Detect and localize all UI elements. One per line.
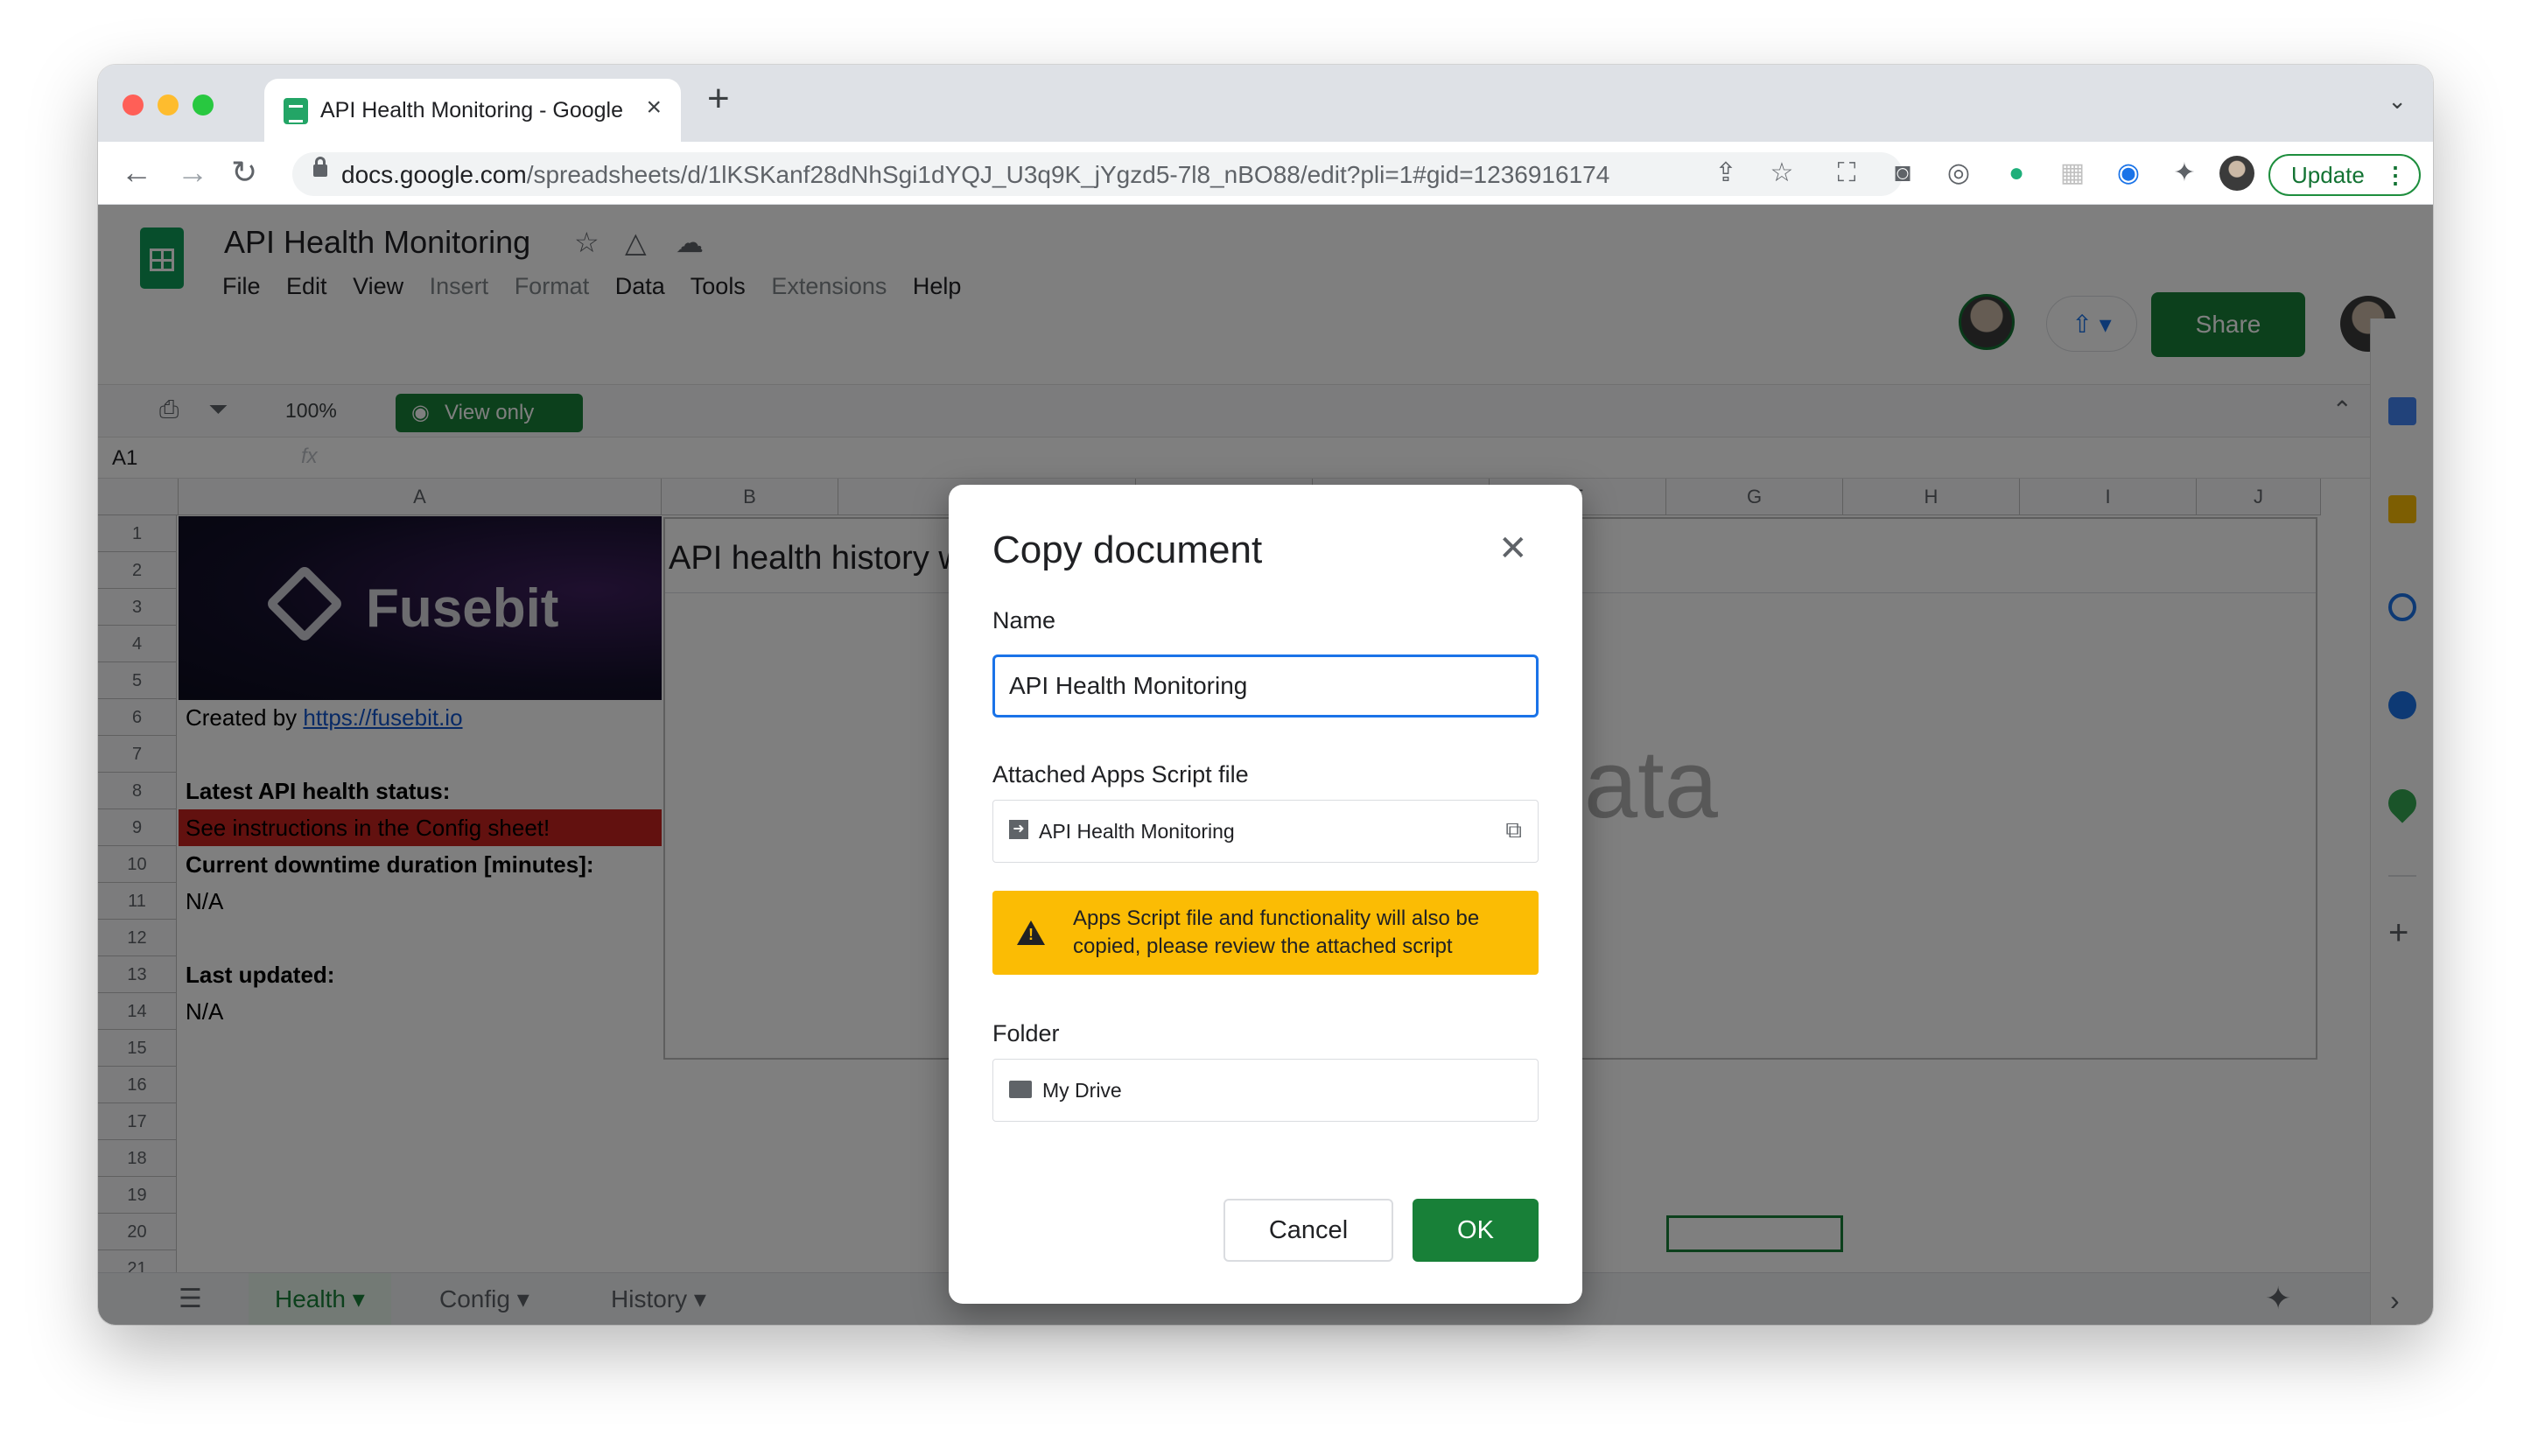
more-vert-icon: ⋮ <box>2384 162 2407 188</box>
warning-text: Apps Script file and functionality will … <box>1073 906 1480 958</box>
extension-circle-icon[interactable]: ◎ <box>1941 156 1976 191</box>
tab-search-chevron-icon[interactable]: ⌄ <box>2387 88 2407 115</box>
folder-name: My Drive <box>1042 1079 1122 1102</box>
update-button[interactable]: Update ⋮ <box>2268 154 2421 196</box>
back-arrow-icon[interactable]: ← <box>121 154 152 191</box>
cancel-button[interactable]: Cancel <box>1223 1199 1393 1262</box>
sheets-favicon-icon <box>284 98 308 124</box>
ok-button[interactable]: OK <box>1413 1199 1539 1262</box>
minimize-window-button[interactable] <box>158 94 179 116</box>
maximize-window-button[interactable] <box>193 94 214 116</box>
forward-arrow-icon[interactable]: → <box>177 154 208 191</box>
url-path: /spreadsheets/d/1lKSKanf28dNhSgi1dYQJ_U3… <box>526 161 1610 188</box>
screenshot-icon[interactable]: ⛶ <box>1829 156 1864 191</box>
script-file-field[interactable]: ➜ API Health Monitoring ⧉ <box>992 800 1539 863</box>
extension-grid-icon[interactable]: ▦ <box>2055 156 2090 191</box>
close-icon[interactable]: ✕ <box>1498 528 1528 569</box>
close-tab-icon[interactable]: × <box>646 93 662 122</box>
warning-banner: Apps Script file and functionality will … <box>992 891 1539 975</box>
lock-icon <box>313 157 327 177</box>
new-tab-button[interactable]: + <box>707 77 730 121</box>
grammarly-icon[interactable]: ● <box>1999 156 2034 191</box>
tab-title: API Health Monitoring - Google <box>320 98 624 122</box>
password-manager-icon[interactable]: ◉ <box>2111 156 2146 191</box>
share-page-icon[interactable]: ⇪ <box>1708 156 1743 191</box>
warning-icon <box>1017 920 1045 945</box>
folder-icon <box>1009 1081 1032 1098</box>
copy-document-dialog: Copy document ✕ Name Attached Apps Scrip… <box>949 485 1582 1304</box>
close-window-button[interactable] <box>123 94 144 116</box>
extensions-puzzle-icon[interactable]: ✦ <box>2167 156 2202 191</box>
url-text: docs.google.com/spreadsheets/d/1lKSKanf2… <box>341 161 1609 189</box>
reload-icon[interactable]: ↻ <box>231 154 257 191</box>
folder-label: Folder <box>992 1020 1060 1046</box>
profile-avatar[interactable] <box>2219 156 2254 191</box>
folder-picker[interactable]: My Drive <box>992 1059 1539 1122</box>
bookmark-star-icon[interactable]: ☆ <box>1764 156 1799 191</box>
browser-tab[interactable]: API Health Monitoring - Google × <box>264 79 681 142</box>
name-input[interactable] <box>992 654 1539 718</box>
name-label: Name <box>992 607 1056 634</box>
update-label: Update <box>2291 162 2365 188</box>
open-external-icon[interactable]: ⧉ <box>1505 816 1522 844</box>
script-label: Attached Apps Script file <box>992 761 1249 788</box>
camera-icon[interactable]: ◙ <box>1885 156 1920 191</box>
url-host: docs.google.com <box>341 161 527 188</box>
address-bar[interactable]: docs.google.com/spreadsheets/d/1lKSKanf2… <box>292 152 1903 196</box>
dialog-title: Copy document <box>992 528 1263 571</box>
script-file-name: API Health Monitoring <box>1039 820 1235 843</box>
browser-toolbar: ← → ↻ docs.google.com/spreadsheets/d/1lK… <box>98 142 2433 205</box>
apps-script-icon: ➜ <box>1009 820 1028 839</box>
tab-strip: API Health Monitoring - Google × + ⌄ <box>98 65 2433 142</box>
